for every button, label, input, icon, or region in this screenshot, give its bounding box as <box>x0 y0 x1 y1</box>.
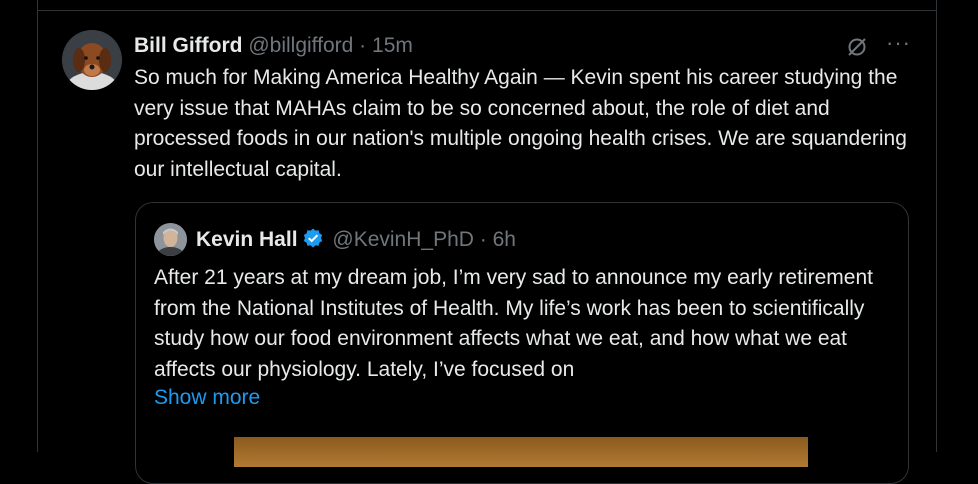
verified-badge-icon <box>302 227 324 249</box>
quoted-author-name[interactable]: Kevin Hall <box>196 228 298 251</box>
quoted-tweet-text: After 21 years at my dream job, I’m very… <box>154 266 873 381</box>
more-options-icon[interactable]: ··· <box>886 30 911 56</box>
divider <box>38 10 936 11</box>
author-avatar[interactable] <box>62 30 122 90</box>
author-name[interactable]: Bill Gifford <box>134 34 243 57</box>
timeline-column: Bill Gifford @billgifford · 15m ··· So m… <box>37 0 937 484</box>
author-handle[interactable]: @billgifford <box>248 34 353 57</box>
quoted-author-avatar[interactable] <box>154 223 187 256</box>
quoted-header-separator: · <box>479 228 487 251</box>
quoted-author-handle[interactable]: @KevinH_PhD <box>332 228 474 251</box>
show-more-link[interactable]: Show more <box>154 386 260 410</box>
grok-icon[interactable] <box>846 36 868 58</box>
quoted-tweet-header: Kevin Hall @KevinH_PhD · 6h <box>196 227 516 253</box>
header-separator: · <box>359 34 367 57</box>
tweet-header: Bill Gifford @billgifford · 15m <box>134 33 413 59</box>
tweet-time[interactable]: 15m <box>372 34 413 57</box>
quoted-tweet-media[interactable] <box>234 437 808 467</box>
tweet-text: So much for Making America Healthy Again… <box>134 66 907 181</box>
quoted-tweet[interactable]: Kevin Hall @KevinH_PhD · 6h After 21 yea… <box>135 202 909 484</box>
quoted-tweet-time[interactable]: 6h <box>493 228 516 251</box>
